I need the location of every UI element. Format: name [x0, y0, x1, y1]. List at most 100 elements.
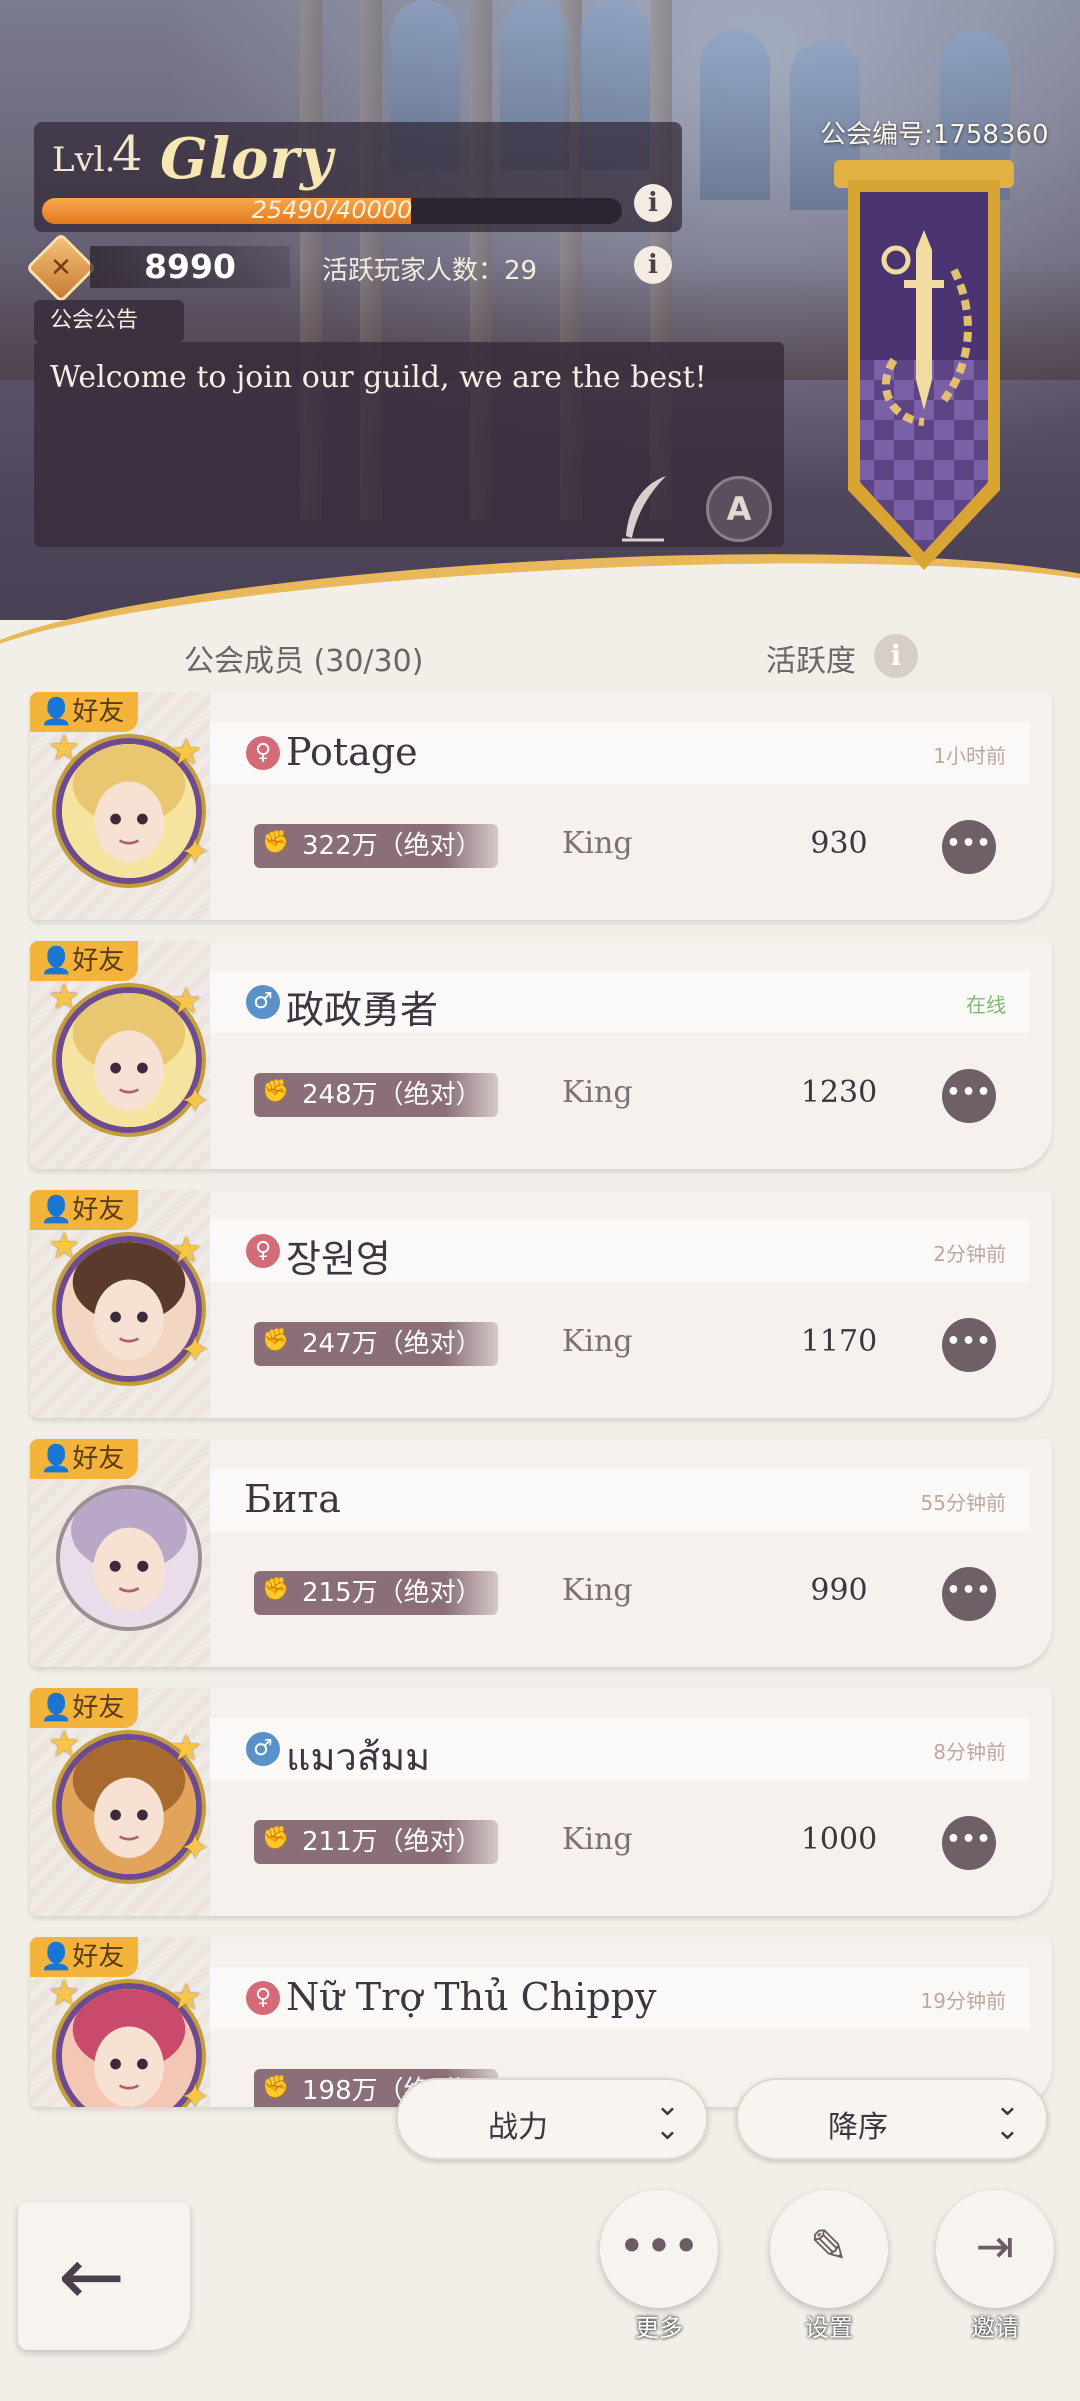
member-name: Бита — [244, 1477, 341, 1521]
activity-score: 930 — [810, 826, 868, 861]
member-more-button[interactable]: ••• — [942, 1318, 996, 1372]
star-icon: ✦ — [180, 2077, 211, 2107]
member-card[interactable]: ★ ★ ✦ 👤好友 ♀ 장원영 2分钟前 247万（绝对） ✊ King 1170 … — [30, 1190, 1052, 1418]
more-label: 更多 — [635, 2314, 683, 2342]
member-rank: King — [562, 1573, 633, 1608]
star-icon: ★ — [170, 981, 203, 1022]
sort-field-label: 战力 — [488, 2110, 548, 2145]
activity-column-label: 活跃度 — [766, 644, 856, 679]
edit-quill-icon[interactable] — [618, 472, 674, 544]
member-avatar[interactable] — [56, 1485, 202, 1631]
guild-id: 公会编号:1758360 — [820, 120, 1049, 150]
last-online: 1小时前 — [933, 744, 1006, 768]
member-name: 장원영 — [286, 1237, 391, 1281]
ellipsis-icon: ••• — [618, 2219, 700, 2273]
star-icon: ✦ — [180, 1828, 211, 1869]
guild-name: Glory — [160, 126, 334, 192]
level-prefix: Lvl. — [52, 140, 116, 180]
activity-info-icon[interactable]: i — [874, 634, 918, 678]
member-rank: King — [562, 826, 633, 861]
xp-text: 25490/40000 — [251, 196, 413, 224]
activity-score: 1000 — [800, 1822, 878, 1857]
friend-badge: 👤好友 — [30, 1190, 138, 1230]
member-rank: King — [562, 1822, 633, 1857]
star-icon: ★ — [170, 1230, 203, 1271]
guild-banner-emblem — [834, 160, 1014, 570]
chevron-down-icon: ⌄ ⌄ — [654, 2088, 680, 2147]
activity-score: 990 — [810, 1573, 868, 1608]
male-icon: ♂ — [246, 985, 280, 1019]
invite-button[interactable]: ⇥ — [936, 2190, 1054, 2308]
friend-badge: 👤好友 — [30, 941, 138, 981]
star-icon: ✦ — [180, 832, 211, 873]
person-icon: 👤 — [40, 946, 73, 976]
male-icon: ♂ — [246, 1732, 280, 1766]
member-card[interactable]: 👤好友 Бита 55分钟前 215万（绝对） ✊ King 990 ••• — [30, 1439, 1052, 1667]
back-arrow-icon: ← — [58, 2230, 126, 2323]
member-card[interactable]: ★ ★ ✦ 👤好友 ♂ 政政勇者 在线 248万（绝对） ✊ King 1230 •… — [30, 941, 1052, 1169]
activity-score: 1170 — [800, 1324, 878, 1359]
friend-badge: 👤好友 — [30, 1688, 138, 1728]
member-name: Potage — [286, 730, 418, 774]
member-name: 政政勇者 — [286, 988, 439, 1032]
star-icon: ✦ — [180, 1081, 211, 1122]
friend-badge: 👤好友 — [30, 1937, 138, 1977]
member-card[interactable]: ★ ★ ✦ 👤好友 ♀ Potage 1小时前 322万（绝对） ✊ King 93… — [30, 692, 1052, 920]
member-rank: King — [562, 1324, 633, 1359]
power-icon: ✊ — [262, 830, 290, 855]
sort-order-label: 降序 — [828, 2110, 888, 2145]
person-icon: 👤 — [40, 697, 73, 727]
star-icon: ★ — [170, 1728, 203, 1769]
power-icon: ✊ — [262, 2075, 290, 2100]
notice-text: Welcome to join our guild, we are the be… — [50, 360, 707, 395]
last-online: 19分钟前 — [920, 1989, 1006, 2013]
power-icon: ✊ — [262, 1328, 290, 1353]
more-button[interactable]: ••• — [600, 2190, 718, 2308]
member-more-button[interactable]: ••• — [942, 1069, 996, 1123]
friend-badge: 👤好友 — [30, 1439, 138, 1479]
female-icon: ♀ — [246, 1981, 280, 2015]
star-icon: ★ — [48, 1724, 81, 1765]
chevron-down-icon: ⌄ ⌄ — [994, 2088, 1020, 2147]
last-online: 55分钟前 — [920, 1491, 1006, 1515]
notice-label: 公会公告 — [34, 300, 184, 342]
person-icon: 👤 — [40, 1693, 73, 1723]
member-card[interactable]: ★ ★ ✦ 👤好友 ♂ แมวส้มม 8分钟前 211万（绝对） ✊ King 1… — [30, 1688, 1052, 1916]
member-rank: King — [562, 1075, 633, 1110]
last-online: 2分钟前 — [933, 1242, 1006, 1266]
active-info-icon[interactable]: i — [634, 246, 672, 284]
activity-score: 1230 — [800, 1075, 878, 1110]
sort-field-button[interactable]: 战力 ⌄ ⌄ — [396, 2078, 708, 2160]
invite-label: 邀请 — [971, 2314, 1019, 2342]
level-info-icon[interactable]: i — [634, 184, 672, 222]
person-icon: 👤 — [40, 1444, 73, 1474]
auto-translate-icon[interactable]: A — [706, 476, 772, 542]
power-icon: ✊ — [262, 1826, 290, 1851]
friend-badge: 👤好友 — [30, 692, 138, 732]
star-icon: ★ — [48, 1973, 81, 2014]
member-name: แมวส้มม — [286, 1735, 431, 1779]
member-more-button[interactable]: ••• — [942, 1816, 996, 1870]
star-icon: ★ — [170, 1977, 203, 2018]
scroll-quill-icon: ✎ — [809, 2219, 849, 2273]
last-online: 在线 — [966, 993, 1006, 1017]
person-icon: 👤 — [40, 1942, 73, 1972]
member-count: 公会成员 (30/30) — [184, 644, 424, 679]
power-icon: ✊ — [262, 1577, 290, 1602]
member-more-button[interactable]: ••• — [942, 820, 996, 874]
star-icon: ✦ — [180, 1330, 211, 1371]
member-name: Nữ Trợ Thủ Chippy — [286, 1975, 657, 2019]
guild-coins: 8990 — [90, 246, 290, 288]
settings-label: 设置 — [805, 2314, 853, 2342]
star-icon: ★ — [48, 728, 81, 769]
sort-order-button[interactable]: 降序 ⌄ ⌄ — [736, 2078, 1048, 2160]
active-players-count: 活跃玩家人数：29 — [322, 256, 538, 286]
back-button[interactable]: ← — [18, 2202, 190, 2350]
member-more-button[interactable]: ••• — [942, 1567, 996, 1621]
settings-button[interactable]: ✎ — [770, 2190, 888, 2308]
add-user-icon: ⇥ — [975, 2219, 1015, 2273]
star-icon: ★ — [48, 977, 81, 1018]
power-icon: ✊ — [262, 1079, 290, 1104]
female-icon: ♀ — [246, 1234, 280, 1268]
star-icon: ★ — [48, 1226, 81, 1267]
